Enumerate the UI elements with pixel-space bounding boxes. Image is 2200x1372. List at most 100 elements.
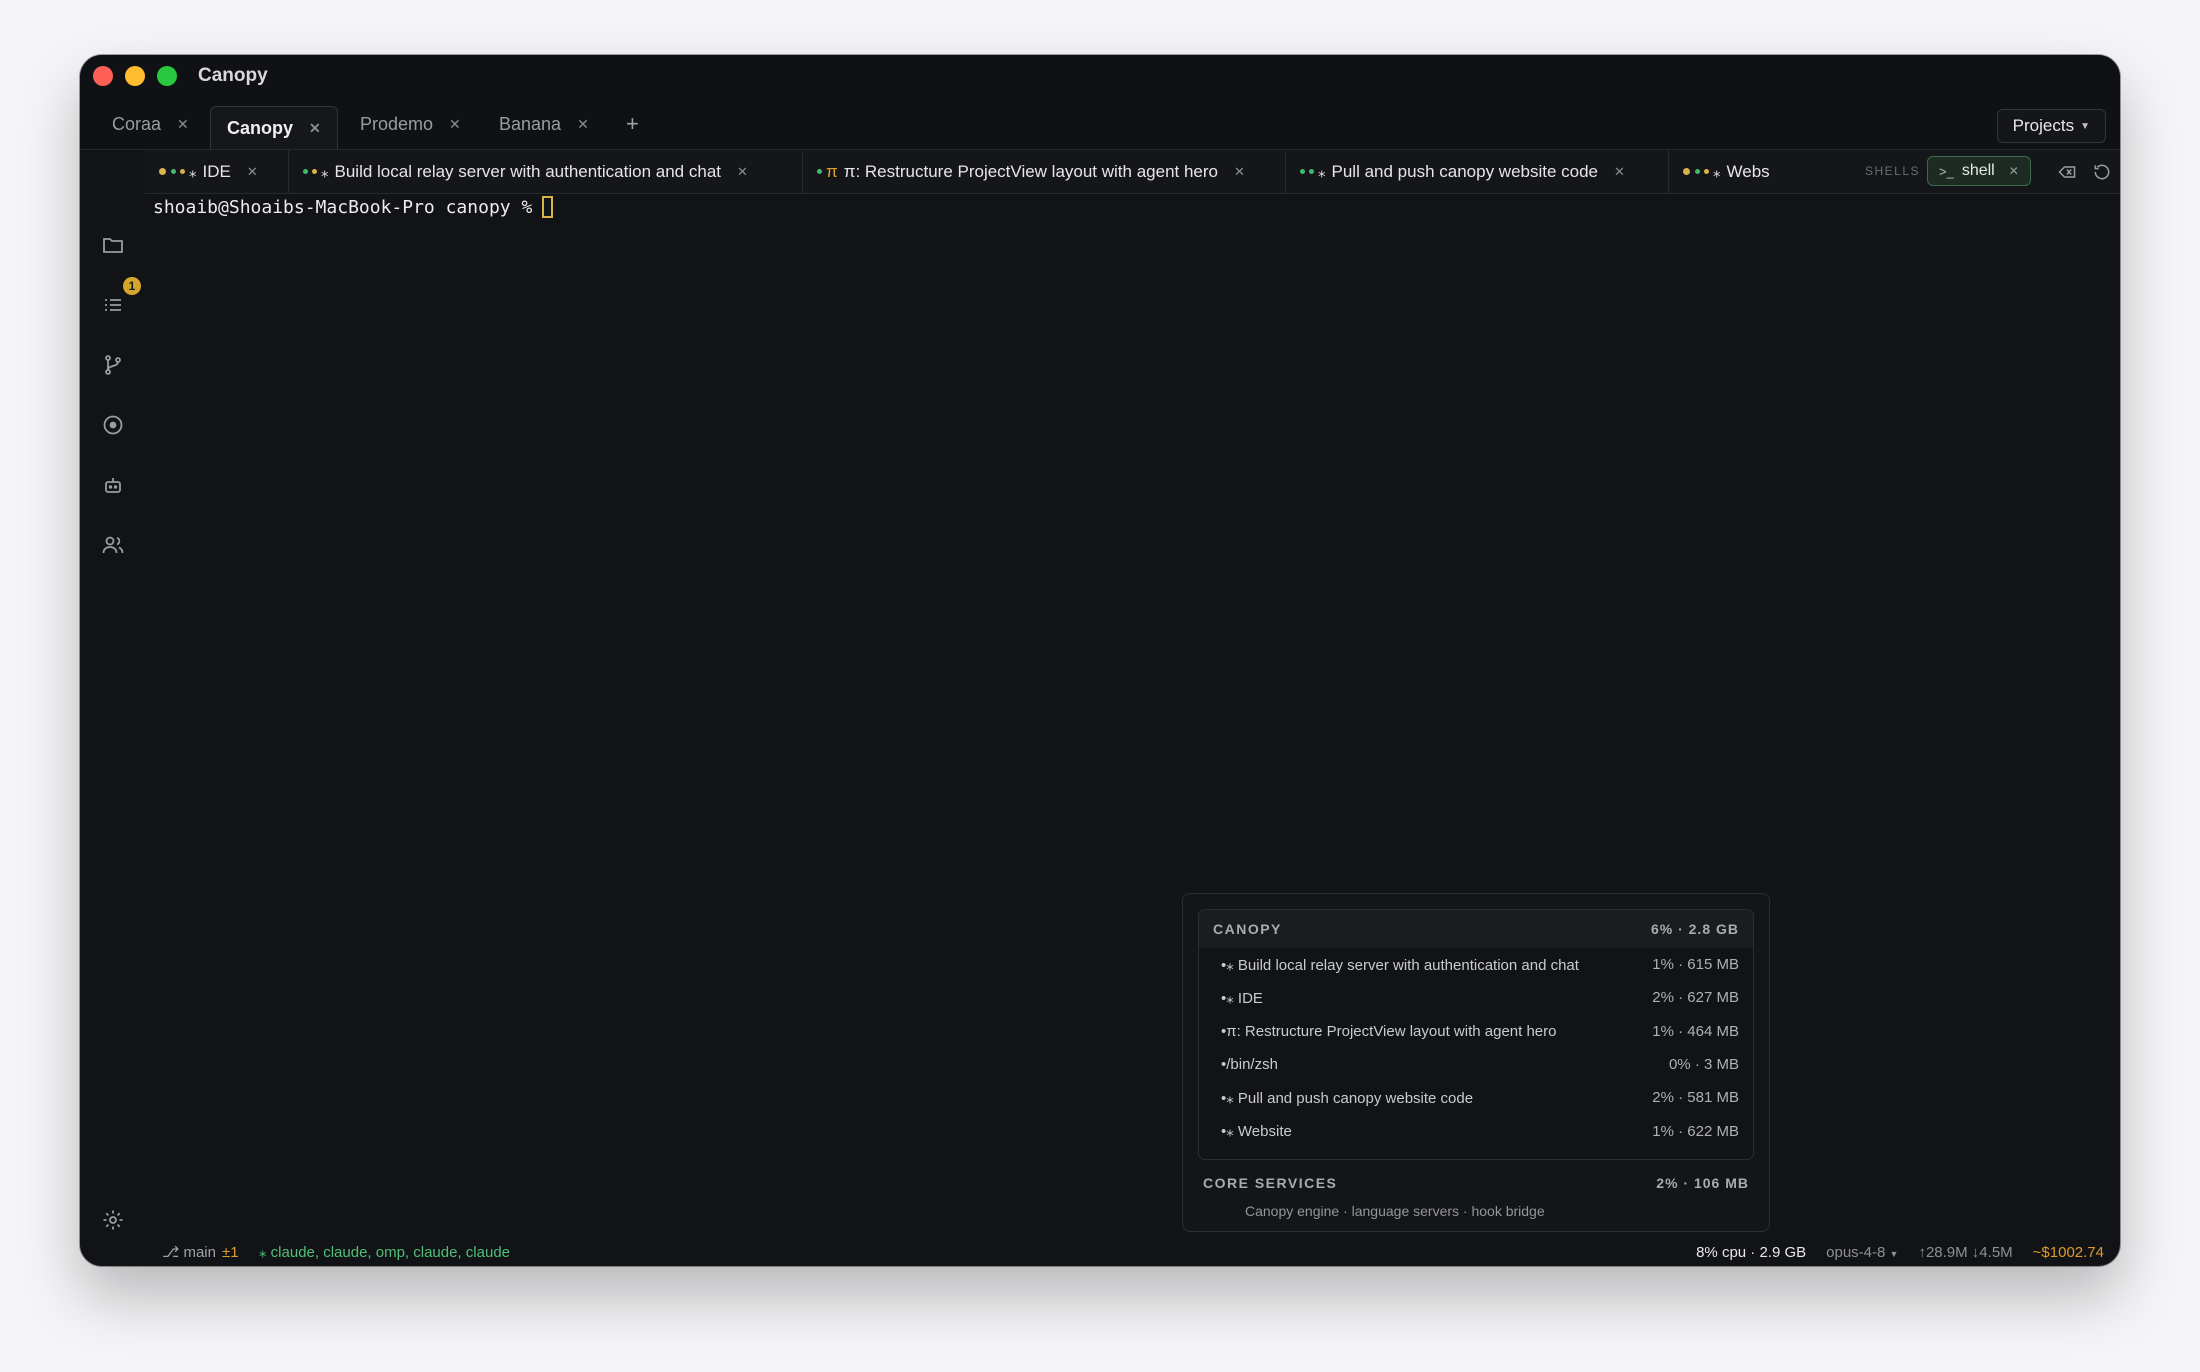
session-tab-relay-server[interactable]: ⁎ Build local relay server with authenti… bbox=[289, 150, 803, 193]
shell-tab[interactable]: >_ shell ✕ bbox=[1927, 156, 2031, 186]
branch-icon: ⎇ bbox=[162, 1244, 184, 1261]
title-bar: Canopy bbox=[80, 55, 2120, 98]
status-dot bbox=[159, 168, 166, 175]
terminal-prompt: shoaib@Shoaibs-MacBook-Pro canopy % bbox=[153, 196, 533, 218]
status-dot bbox=[1683, 168, 1690, 175]
terminal-prompt-icon: >_ bbox=[1939, 163, 1954, 179]
status-dot bbox=[1309, 169, 1314, 174]
traffic-lights bbox=[93, 66, 177, 86]
network-status: ↑28.9M ↓4.5M bbox=[1918, 1243, 2013, 1261]
asterisk-icon: ⁎ bbox=[1713, 163, 1721, 181]
status-dot bbox=[1695, 169, 1700, 174]
plus-icon: + bbox=[626, 111, 639, 136]
close-icon[interactable]: ✕ bbox=[1234, 164, 1245, 180]
project-tab-label: Banana bbox=[499, 113, 562, 134]
process-stat: 0% · 3 MB bbox=[1668, 1056, 1739, 1074]
close-window-button[interactable] bbox=[93, 66, 113, 86]
gear-icon[interactable] bbox=[101, 1208, 125, 1232]
session-tab-website[interactable]: ⁎ Webs bbox=[1669, 150, 1799, 193]
session-tab-restructure[interactable]: π π: Restructure ProjectView layout with… bbox=[803, 150, 1286, 193]
session-tab-label: Pull and push canopy website code bbox=[1331, 161, 1599, 181]
group-title: CANOPY bbox=[1213, 921, 1282, 937]
project-tab-canopy[interactable]: Canopy ✕ bbox=[210, 106, 338, 149]
close-icon[interactable]: ✕ bbox=[2009, 164, 2019, 178]
model-name: opus-4-8 bbox=[1826, 1243, 1886, 1261]
close-icon[interactable]: ✕ bbox=[1614, 164, 1625, 180]
cpu-memory-status[interactable]: 8% cpu · 2.9 GB bbox=[1696, 1244, 1806, 1261]
terminal-cursor bbox=[542, 196, 554, 218]
git-branch-status[interactable]: ⎇ main ±1 bbox=[162, 1243, 239, 1261]
close-icon[interactable]: ✕ bbox=[177, 116, 189, 133]
close-icon[interactable]: ✕ bbox=[247, 164, 258, 180]
process-name: •⁎ Build local relay server with authent… bbox=[1221, 956, 1579, 974]
project-tab-banana[interactable]: Banana ✕ bbox=[483, 106, 605, 142]
core-services-header: CORE SERVICES 2% · 106 MB bbox=[1203, 1175, 1749, 1191]
restart-icon[interactable] bbox=[2092, 162, 2112, 182]
agents-status[interactable]: ⁎ claude, claude, omp, claude, claude bbox=[259, 1243, 510, 1261]
folder-icon[interactable] bbox=[101, 233, 125, 257]
shells-label: SHELLS bbox=[1865, 164, 1921, 178]
session-tab-ide[interactable]: ⁎ IDE ✕ bbox=[145, 150, 289, 193]
session-tab-bar: ⁎ IDE ✕ ⁎ Build local relay server with … bbox=[145, 150, 2120, 194]
process-row[interactable]: •/bin/zsh 0% · 3 MB bbox=[1199, 1048, 1753, 1081]
project-tab-coraa[interactable]: Coraa ✕ bbox=[96, 106, 205, 142]
projects-button[interactable]: Projects ▼ bbox=[1996, 109, 2106, 143]
pi-icon: π bbox=[826, 161, 838, 181]
close-icon[interactable]: ✕ bbox=[449, 116, 461, 133]
diff-count: ±1 bbox=[221, 1244, 239, 1261]
process-name: •⁎ Website bbox=[1221, 1123, 1292, 1141]
terminal-output[interactable]: shoaib@Shoaibs-MacBook-Pro canopy % bbox=[153, 196, 554, 218]
status-dot bbox=[312, 169, 317, 174]
close-icon[interactable]: ✕ bbox=[309, 120, 321, 137]
session-tab-label: Webs bbox=[1726, 161, 1770, 181]
zoom-window-button[interactable] bbox=[157, 66, 177, 86]
model-selector[interactable]: opus-4-8 ▼ bbox=[1826, 1244, 1898, 1261]
project-tab-label: Coraa bbox=[112, 113, 162, 134]
clear-terminal-icon[interactable] bbox=[2057, 162, 2077, 182]
process-name: •⁎ IDE bbox=[1221, 989, 1263, 1007]
process-stat: 2% · 627 MB bbox=[1652, 989, 1739, 1007]
add-project-tab-button[interactable]: + bbox=[610, 106, 655, 142]
asterisk-icon: ⁎ bbox=[259, 1244, 271, 1261]
core-services-title: CORE SERVICES bbox=[1203, 1175, 1338, 1191]
shell-tab-label: shell bbox=[1961, 162, 1995, 179]
process-stat: 1% · 464 MB bbox=[1652, 1022, 1739, 1040]
project-tab-prodemo[interactable]: Prodemo ✕ bbox=[344, 106, 477, 142]
task-list-icon[interactable] bbox=[101, 293, 125, 317]
projects-button-label: Projects bbox=[2012, 116, 2075, 135]
git-branch-icon[interactable] bbox=[101, 353, 125, 377]
process-stat: 1% · 622 MB bbox=[1652, 1122, 1739, 1140]
users-icon[interactable] bbox=[101, 533, 125, 557]
process-row[interactable]: •⁎ Build local relay server with authent… bbox=[1199, 948, 1753, 981]
core-services-description: Canopy engine · language servers · hook … bbox=[1245, 1203, 1545, 1219]
bot-icon[interactable] bbox=[101, 473, 125, 497]
window-title: Canopy bbox=[198, 65, 268, 86]
process-name: •⁎ Pull and push canopy website code bbox=[1221, 1089, 1474, 1107]
agents-list: claude, claude, omp, claude, claude bbox=[270, 1244, 510, 1261]
process-row[interactable]: •⁎ IDE 2% · 627 MB bbox=[1199, 981, 1753, 1014]
close-icon[interactable]: ✕ bbox=[737, 164, 748, 180]
minimize-window-button[interactable] bbox=[125, 66, 145, 86]
resource-popover: CANOPY 6% · 2.8 GB •⁎ Build local relay … bbox=[1182, 893, 1770, 1232]
core-services-stat: 2% · 106 MB bbox=[1656, 1175, 1749, 1191]
record-icon[interactable] bbox=[101, 413, 125, 437]
asterisk-icon: ⁎ bbox=[1318, 163, 1326, 181]
session-tab-label: π: Restructure ProjectView layout with a… bbox=[843, 161, 1218, 181]
status-dot bbox=[1300, 169, 1305, 174]
process-name: •π: Restructure ProjectView layout with … bbox=[1221, 1022, 1557, 1040]
asterisk-icon: ⁎ bbox=[189, 163, 197, 181]
process-name: •/bin/zsh bbox=[1221, 1056, 1278, 1074]
group-header: CANOPY 6% · 2.8 GB bbox=[1199, 910, 1753, 948]
session-tab-pull-push[interactable]: ⁎ Pull and push canopy website code ✕ bbox=[1286, 150, 1669, 193]
process-row[interactable]: •⁎ Website 1% · 622 MB bbox=[1199, 1114, 1753, 1147]
session-tab-label: Build local relay server with authentica… bbox=[334, 161, 722, 181]
process-row[interactable]: •⁎ Pull and push canopy website code 2% … bbox=[1199, 1081, 1753, 1114]
process-row[interactable]: •π: Restructure ProjectView layout with … bbox=[1199, 1015, 1753, 1048]
status-bar-right: 8% cpu · 2.9 GB opus-4-8 ▼ ↑28.9M ↓4.5M … bbox=[1696, 1244, 2104, 1261]
status-dot bbox=[817, 169, 822, 174]
chevron-down-icon: ▼ bbox=[1889, 1248, 1899, 1259]
branch-name: main bbox=[183, 1244, 216, 1261]
process-stat: 2% · 581 MB bbox=[1652, 1089, 1739, 1107]
chevron-down-icon: ▼ bbox=[2080, 120, 2090, 132]
close-icon[interactable]: ✕ bbox=[577, 116, 589, 133]
